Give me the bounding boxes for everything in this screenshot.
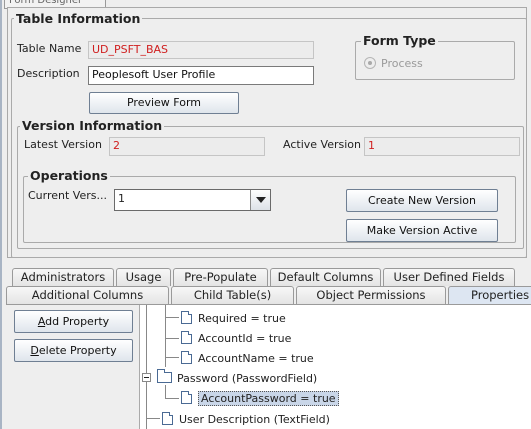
document-icon	[162, 412, 173, 425]
tab-additional-columns[interactable]: Additional Columns	[6, 286, 169, 304]
document-icon	[181, 351, 192, 364]
tree-node-label: AccountId = true	[198, 332, 292, 345]
tree-node[interactable]: Required = true	[181, 311, 286, 326]
document-icon	[181, 311, 192, 324]
collapse-icon[interactable]	[142, 373, 151, 382]
version-information-legend: Version Information	[20, 118, 165, 133]
tab-pre-populate[interactable]: Pre-Populate	[173, 268, 268, 286]
table-name-label: Table Name	[17, 42, 82, 55]
tab-administrators[interactable]: Administrators	[12, 268, 114, 286]
tree-node-label: User Description (TextField)	[179, 413, 330, 426]
radio-selected-icon	[364, 57, 376, 69]
tree-node-label: AccountName = true	[198, 352, 314, 365]
process-radio-label: Process	[381, 57, 423, 70]
tab-default-columns[interactable]: Default Columns	[270, 268, 381, 286]
window-left-edge	[0, 0, 2, 429]
tree-node-label: Password (PasswordField)	[177, 372, 318, 385]
delete-property-label: Delete Property	[30, 344, 117, 357]
tab-child-tables[interactable]: Child Table(s)	[171, 286, 294, 304]
tab-user-defined-fields[interactable]: User Defined Fields	[383, 268, 515, 286]
document-icon	[181, 391, 192, 404]
tree-node-label: AccountPassword = true	[198, 391, 339, 406]
current-version-label: Current Vers...	[28, 189, 107, 202]
tree-node-folder[interactable]: Password (PasswordField)	[142, 369, 318, 386]
make-version-active-button[interactable]: Make Version Active	[346, 219, 498, 242]
current-version-value: 1	[118, 192, 125, 205]
add-property-button[interactable]: Add Property	[14, 310, 133, 333]
current-version-dropdown[interactable]: 1	[114, 189, 271, 211]
tree-line	[165, 385, 166, 399]
tree-node-label: Required = true	[198, 312, 286, 325]
tree-node[interactable]: AccountName = true	[181, 351, 314, 366]
document-icon	[181, 331, 192, 344]
active-version-field[interactable]: 1	[364, 137, 520, 156]
add-property-label: Add Property	[37, 315, 110, 328]
tab-properties[interactable]: Properties	[448, 286, 531, 305]
preview-form-button[interactable]: Preview Form	[89, 92, 239, 114]
delete-property-button[interactable]: Delete Property	[14, 339, 133, 362]
description-label: Description	[17, 67, 80, 80]
tree-line	[165, 338, 179, 339]
chevron-down-icon	[256, 197, 266, 203]
description-field[interactable]: Peoplesoft User Profile	[88, 66, 314, 85]
tree-line	[165, 317, 179, 318]
tree-line	[146, 418, 160, 419]
tree-node-selected[interactable]: AccountPassword = true	[181, 391, 339, 406]
tree-line	[165, 398, 179, 399]
table-name-field[interactable]: UD_PSFT_BAS	[88, 41, 314, 59]
process-radio[interactable]: Process	[364, 57, 423, 71]
create-new-version-button[interactable]: Create New Version	[346, 189, 498, 212]
tab-object-permissions[interactable]: Object Permissions	[296, 286, 446, 304]
dropdown-arrow-button[interactable]	[250, 190, 270, 210]
table-information-legend: Table Information	[14, 11, 143, 26]
latest-version-field[interactable]: 2	[109, 137, 265, 156]
tree-node[interactable]: AccountId = true	[181, 331, 291, 346]
tree-line	[146, 305, 147, 429]
tab-usage[interactable]: Usage	[116, 268, 171, 286]
tree-line	[165, 357, 179, 358]
tree-node[interactable]: User Description (TextField)	[162, 412, 330, 427]
active-version-label: Active Version	[283, 138, 361, 151]
latest-version-label: Latest Version	[24, 138, 102, 151]
form-type-legend: Form Type	[361, 33, 438, 48]
operations-legend: Operations	[28, 168, 110, 183]
folder-icon	[157, 369, 172, 383]
